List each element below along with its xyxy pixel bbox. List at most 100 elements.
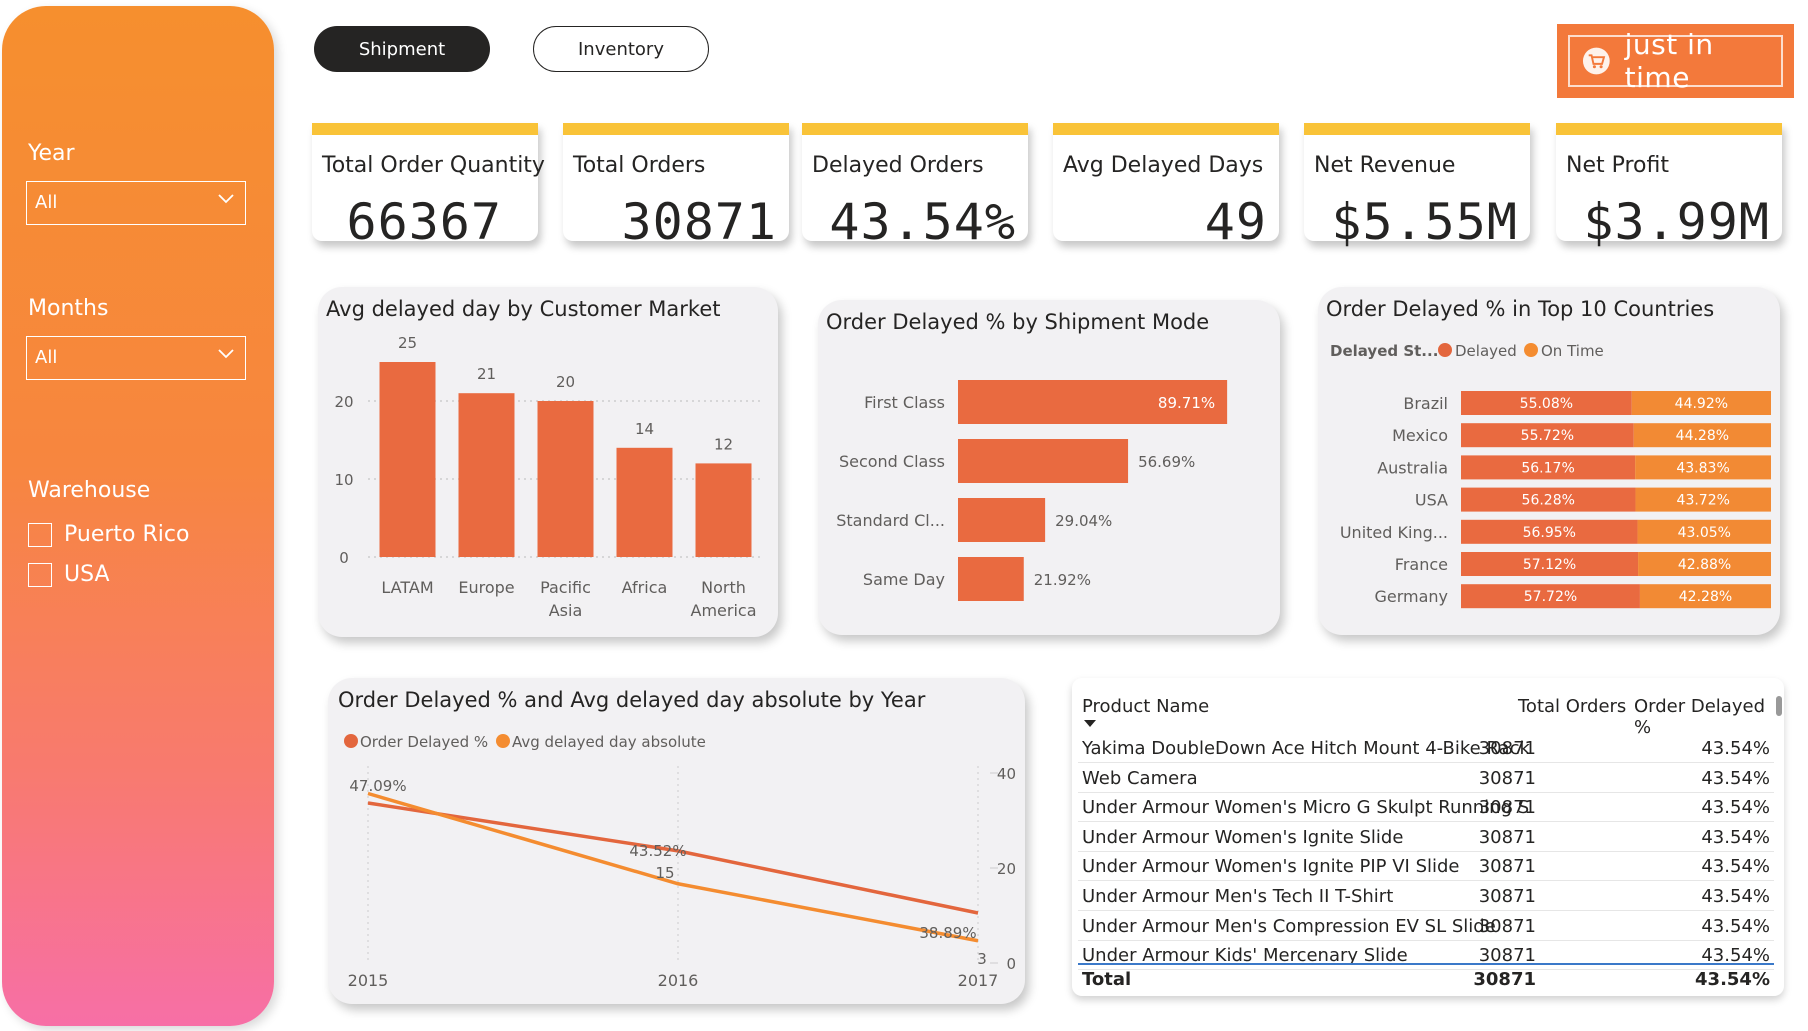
data-label: 44.28%: [1676, 428, 1729, 444]
data-label: 21.92%: [1034, 571, 1091, 589]
data-label: 43.05%: [1678, 525, 1731, 541]
cell-total-orders: 30871: [1478, 856, 1536, 878]
product-table: Product Name Total Orders Order Delayed …: [1072, 678, 1784, 996]
column-header-total-orders[interactable]: Total Orders: [1518, 696, 1626, 717]
warehouse-option-puerto-rico[interactable]: Puerto Rico: [28, 522, 189, 547]
cell-total-orders: 30871: [1478, 886, 1536, 907]
cell-order-delayed: 43.54%: [1701, 886, 1770, 907]
checkbox[interactable]: [28, 522, 52, 547]
bar: [458, 393, 515, 557]
total-orders-value: 30871: [1473, 969, 1536, 990]
warehouse-option-usa[interactable]: USA: [28, 562, 110, 587]
cell-order-delayed: 43.54%: [1701, 767, 1770, 789]
x-tick-label: 2017: [958, 971, 999, 990]
legend-label: Avg delayed day absolute: [512, 733, 706, 751]
chart-card-by-year: Order Delayed % and Avg delayed day abso…: [328, 678, 1025, 1004]
x-tick-label: 2015: [348, 971, 389, 990]
data-label: 21: [477, 365, 496, 383]
data-label: 3: [977, 950, 987, 968]
y2-tick-label: 40: [997, 765, 1016, 783]
data-label: 55.08%: [1520, 396, 1573, 412]
table-header: Product Name Total Orders Order Delayed …: [1072, 678, 1784, 738]
bar-chart-shipment-mode: First Class 89.71% Second Class 56.69% Stand…: [836, 380, 1228, 601]
kpi-value: 30871: [621, 193, 777, 251]
tab-shipment[interactable]: Shipment: [314, 26, 490, 72]
table-row[interactable]: Under Armour Men's Compression EV SL Sli…: [1078, 911, 1774, 941]
months-dropdown[interactable]: All: [26, 336, 246, 380]
bar: [537, 401, 594, 557]
column-header-product-name[interactable]: Product Name: [1082, 696, 1209, 717]
kpi-value: 43.54%: [829, 193, 1016, 251]
table-scrollbar[interactable]: [1776, 696, 1782, 716]
cell-total-orders: 30871: [1478, 797, 1536, 819]
year-dropdown-value: All: [35, 192, 58, 213]
data-label: 55.72%: [1521, 428, 1574, 444]
data-label: 56.95%: [1523, 525, 1576, 541]
data-label: 56.28%: [1522, 493, 1575, 509]
kpi-value: 66367: [346, 193, 502, 251]
legend-label: Order Delayed %: [360, 733, 488, 751]
data-label: 42.28%: [1679, 589, 1732, 605]
cell-product-name: Under Armour Women's Micro G Skulpt Runn…: [1082, 797, 1530, 819]
y-category-label: France: [1395, 555, 1448, 574]
table-row[interactable]: Under Armour Men's Tech II T-Shirt 30871 4…: [1078, 882, 1774, 911]
bar: [958, 498, 1046, 542]
y-category-label: Standard Cl...: [836, 511, 945, 530]
kpi-card-avg-delayed-days: Avg Delayed Days 49: [1053, 123, 1279, 251]
legend-marker: [344, 734, 358, 748]
kpi-label: Total Orders: [573, 153, 706, 178]
table-row[interactable]: Under Armour Women's Ignite PIP VI Slide…: [1078, 852, 1774, 882]
bar: [379, 362, 436, 557]
legend-marker: [496, 734, 510, 748]
cell-order-delayed: 43.54%: [1701, 915, 1770, 937]
kpi-label: Delayed Orders: [812, 153, 984, 178]
table-row[interactable]: Under Armour Women's Micro G Skulpt Runn…: [1078, 793, 1774, 823]
table-row[interactable]: Web Camera 30871 43.54%: [1078, 763, 1774, 793]
year-filter-label: Year: [28, 141, 75, 166]
cell-product-name: Under Armour Women's Ignite PIP VI Slide: [1082, 856, 1460, 878]
data-label: 56.17%: [1521, 460, 1574, 476]
table-row[interactable]: Yakima DoubleDown Ace Hitch Mount 4-Bike…: [1078, 734, 1774, 763]
year-dropdown[interactable]: All: [26, 181, 246, 225]
y-tick-label: 10: [334, 471, 353, 489]
kpi-label: Avg Delayed Days: [1063, 153, 1264, 178]
bar: [616, 447, 673, 557]
data-label: 57.72%: [1524, 589, 1577, 605]
chevron-down-icon: [218, 194, 234, 204]
y-tick-label: 20: [334, 393, 353, 411]
cell-order-delayed: 43.54%: [1701, 856, 1770, 878]
column-header-order-delayed[interactable]: Order Delayed %: [1634, 696, 1784, 738]
chart-card-shipment-mode: Order Delayed % by Shipment Mode First C…: [818, 300, 1280, 635]
y-tick-label: 0: [339, 549, 349, 567]
brand-logo: just in time: [1557, 24, 1794, 98]
kpi-card-delayed-orders: Delayed Orders 43.54%: [802, 123, 1028, 251]
x-tick-label: America: [691, 601, 757, 620]
data-label: 56.69%: [1138, 453, 1195, 471]
cell-total-orders: 30871: [1478, 826, 1536, 848]
y2-tick-label: 0: [1006, 955, 1016, 973]
cell-order-delayed: 43.54%: [1701, 797, 1770, 819]
cart-icon: [1582, 47, 1610, 75]
data-label: 14: [635, 420, 654, 438]
kpi-label: Net Revenue: [1314, 153, 1456, 178]
chart-card-customer-market: Avg delayed day by Customer Market 0 10 20…: [318, 287, 778, 637]
data-label: 57.12%: [1523, 557, 1576, 573]
data-label: 42.88%: [1678, 557, 1731, 573]
warehouse-option-label: Puerto Rico: [64, 522, 190, 547]
checkbox[interactable]: [28, 562, 52, 587]
y-category-label: United King...: [1340, 523, 1448, 542]
kpi-card-total-order-quantity: Total Order Quantity 66367: [312, 123, 545, 251]
legend-label: On Time: [1541, 342, 1604, 360]
data-label: 89.71%: [1158, 394, 1215, 412]
table-row[interactable]: Under Armour Women's Ignite Slide 30871 43…: [1078, 822, 1774, 852]
y-category-label: Brazil: [1403, 394, 1448, 413]
data-label: 38.89%: [919, 924, 976, 942]
tab-inventory[interactable]: Inventory: [533, 26, 709, 72]
sort-descending-icon[interactable]: [1084, 720, 1096, 728]
bar: [695, 463, 752, 557]
y-category-label: USA: [1415, 491, 1448, 510]
x-tick-label: LATAM: [381, 578, 433, 597]
warehouse-option-label: USA: [64, 562, 110, 587]
y-category-label: Second Class: [839, 452, 945, 471]
legend-marker: [1524, 343, 1538, 357]
